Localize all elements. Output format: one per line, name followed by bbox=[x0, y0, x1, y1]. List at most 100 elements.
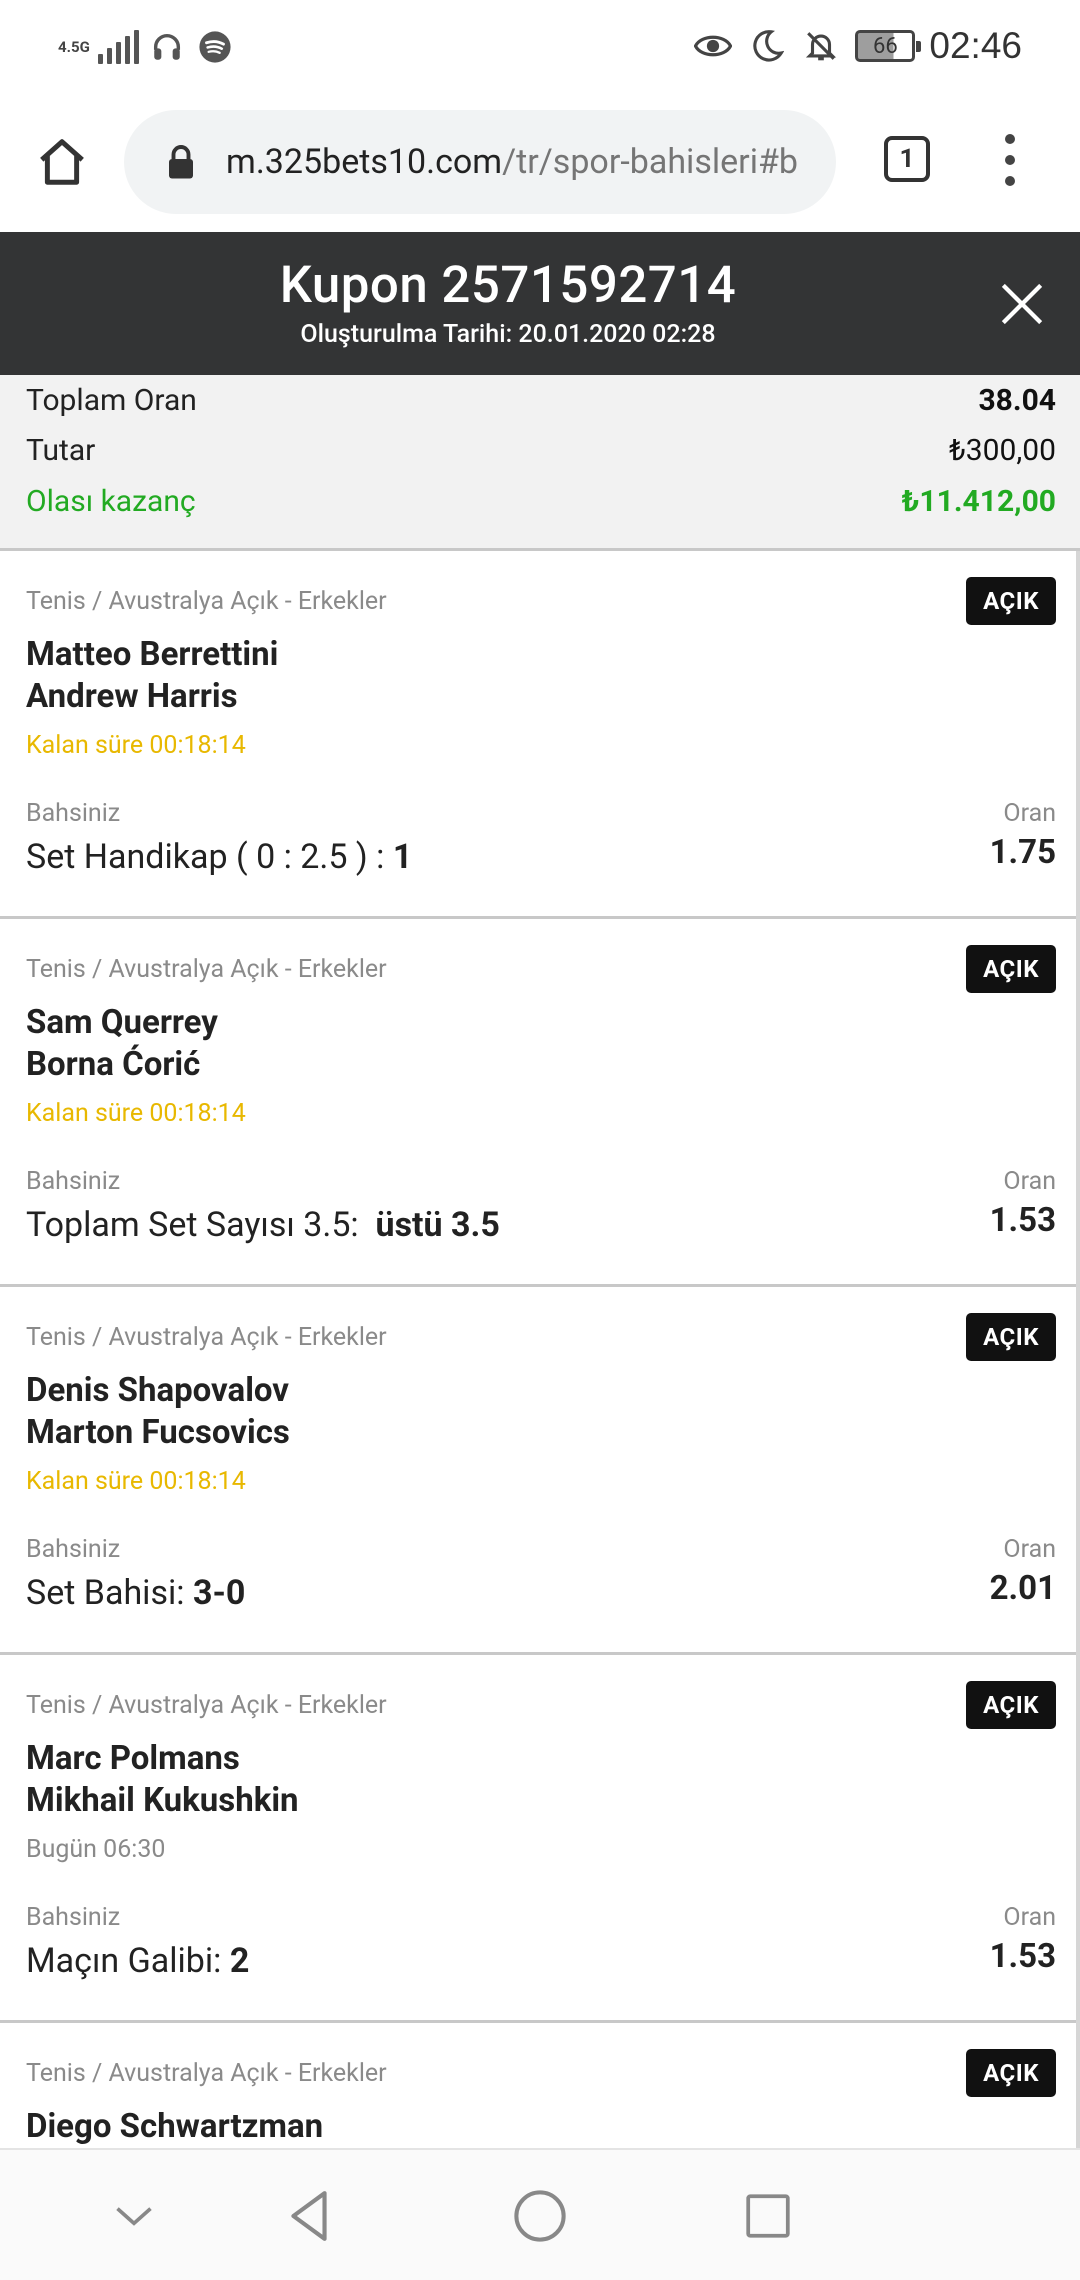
bet-pick-selection: 3-0 bbox=[192, 1573, 246, 1613]
total-odds-label: Toplam Oran bbox=[26, 382, 197, 418]
overflow-menu-button[interactable] bbox=[990, 128, 1030, 192]
recents-square-icon bbox=[746, 2194, 790, 2238]
team-away: Borna Ćorić bbox=[26, 1045, 201, 1084]
spotify-icon bbox=[195, 27, 235, 67]
headphones-icon bbox=[147, 27, 187, 67]
home-button[interactable] bbox=[30, 130, 94, 194]
status-badge: AÇIK bbox=[966, 1313, 1056, 1361]
odds-label: Oran bbox=[1003, 799, 1056, 828]
team-home: Marc Polmans bbox=[26, 1739, 240, 1778]
bet-odds: 1.75 bbox=[989, 833, 1056, 872]
amount-value: ₺300,00 bbox=[949, 432, 1056, 468]
status-left: 4.5G bbox=[58, 22, 235, 72]
bet-pick: Set Handikap ( 0 : 2.5 ) : 1 bbox=[26, 837, 412, 877]
status-bar: 4.5G 66 02:46 bbox=[0, 0, 1080, 92]
home-nav-button[interactable] bbox=[510, 2186, 570, 2246]
bet-category: Tenis / Avustralya Açık - Erkekler bbox=[26, 2059, 387, 2088]
odds-label: Oran bbox=[1003, 1903, 1056, 1932]
chevron-down-icon bbox=[116, 2207, 152, 2226]
menu-dot bbox=[1005, 155, 1015, 165]
team-home: Sam Querrey bbox=[26, 1003, 218, 1042]
possible-win-label: Olası kazanç bbox=[26, 483, 196, 519]
menu-dot bbox=[1005, 134, 1015, 144]
close-icon bbox=[1001, 283, 1043, 325]
bet-pick-selection: 2 bbox=[229, 1941, 250, 1981]
battery-icon: 66 bbox=[855, 30, 922, 62]
tab-count: 1 bbox=[899, 144, 915, 174]
menu-dot bbox=[1005, 176, 1015, 186]
bet-remaining-time: Kalan süre 00:18:14 bbox=[26, 1467, 246, 1496]
bet-item: Tenis / Avustralya Açık - Erkekler AÇIK … bbox=[0, 919, 1080, 1287]
bet-pick-text: Set Handikap ( 0 : 2.5 ) : bbox=[26, 837, 393, 877]
bet-category: Tenis / Avustralya Açık - Erkekler bbox=[26, 955, 387, 984]
bet-odds: 1.53 bbox=[989, 1937, 1056, 1976]
url-text: m.325bets10.com/tr/spor-bahisleri#b bbox=[226, 142, 798, 182]
status-badge: AÇIK bbox=[966, 577, 1056, 625]
bet-pick: Maçın Galibi: 2 bbox=[26, 1941, 249, 1981]
back-triangle-icon bbox=[291, 2191, 327, 2241]
signal-icon bbox=[97, 30, 139, 64]
bet-odds: 1.53 bbox=[989, 1201, 1056, 1240]
eye-icon bbox=[693, 26, 733, 66]
moon-icon bbox=[747, 26, 787, 66]
bet-pick: Toplam Set Sayısı 3.5: üstü 3.5 bbox=[26, 1205, 500, 1245]
coupon-title: Kupon 2571592714 bbox=[279, 256, 737, 315]
bet-pick-text: Set Bahisi: bbox=[26, 1573, 193, 1613]
amount-row: Tutar ₺300,00 bbox=[26, 425, 1056, 475]
bet-pick-selection: üstü 3.5 bbox=[375, 1205, 500, 1245]
bet-start-time: Bugün 06:30 bbox=[26, 1835, 166, 1864]
odds-label: Oran bbox=[1003, 1535, 1056, 1564]
lock-icon bbox=[169, 145, 193, 179]
bet-category: Tenis / Avustralya Açık - Erkekler bbox=[26, 1691, 387, 1720]
clock: 02:46 bbox=[929, 25, 1022, 66]
bet-item: Tenis / Avustralya Açık - Erkekler AÇIK … bbox=[0, 1655, 1080, 2023]
bet-pick-selection: 1 bbox=[392, 837, 413, 877]
team-away: Andrew Harris bbox=[26, 677, 238, 716]
bet-pick-text: Maçın Galibi: bbox=[26, 1941, 230, 1981]
coupon-header: Kupon 2571592714 Oluşturulma Tarihi: 20.… bbox=[0, 232, 1080, 375]
your-bet-label: Bahsiniz bbox=[26, 1167, 121, 1196]
bet-item: Tenis / Avustralya Açık - Erkekler AÇIK … bbox=[0, 2023, 1080, 2148]
bet-category: Tenis / Avustralya Açık - Erkekler bbox=[26, 1323, 387, 1352]
team-home: Diego Schwartzman bbox=[26, 2107, 324, 2146]
status-badge: AÇIK bbox=[966, 1681, 1056, 1729]
system-navigation-bar bbox=[0, 2148, 1080, 2280]
bet-list: Tenis / Avustralya Açık - Erkekler AÇIK … bbox=[0, 551, 1080, 2148]
bet-odds: 2.01 bbox=[989, 1569, 1056, 1608]
your-bet-label: Bahsiniz bbox=[26, 799, 121, 828]
total-odds-row: Toplam Oran 38.04 bbox=[26, 375, 1056, 425]
address-bar[interactable]: m.325bets10.com/tr/spor-bahisleri#b bbox=[124, 110, 836, 214]
status-badge: AÇIK bbox=[966, 945, 1056, 993]
bet-pick: Set Bahisi: 3-0 bbox=[26, 1573, 245, 1613]
url-host: m.325bets10.com bbox=[226, 142, 503, 182]
team-away: Marton Fucsovics bbox=[26, 1413, 290, 1452]
home-icon bbox=[40, 139, 84, 185]
bet-remaining-time: Kalan süre 00:18:14 bbox=[26, 731, 246, 760]
bet-item: Tenis / Avustralya Açık - Erkekler AÇIK … bbox=[0, 1287, 1080, 1655]
recents-button[interactable] bbox=[738, 2186, 798, 2246]
possible-win-row: Olası kazanç ₺11.412,00 bbox=[26, 476, 1056, 526]
bell-off-icon bbox=[801, 26, 841, 66]
team-away: Mikhail Kukushkin bbox=[26, 1781, 299, 1820]
hide-keyboard-button[interactable] bbox=[104, 2186, 164, 2246]
url-path: /tr/spor-bahisleri#b bbox=[502, 142, 798, 182]
bet-item: Tenis / Avustralya Açık - Erkekler AÇIK … bbox=[0, 551, 1080, 919]
browser-toolbar: m.325bets10.com/tr/spor-bahisleri#b 1 bbox=[0, 92, 1080, 232]
tab-switcher-button[interactable]: 1 bbox=[884, 136, 930, 182]
team-home: Denis Shapovalov bbox=[26, 1371, 290, 1410]
status-right: 66 02:46 bbox=[693, 18, 1022, 74]
coupon-summary: Toplam Oran 38.04 Tutar ₺300,00 Olası ka… bbox=[0, 375, 1080, 551]
odds-label: Oran bbox=[1003, 1167, 1056, 1196]
amount-label: Tutar bbox=[26, 432, 96, 468]
status-badge: AÇIK bbox=[966, 2049, 1056, 2097]
bet-remaining-time: Kalan süre 00:18:14 bbox=[26, 1099, 246, 1128]
battery-level: 66 bbox=[873, 33, 898, 59]
bet-pick-text: Toplam Set Sayısı 3.5: bbox=[26, 1205, 376, 1245]
scrollbar[interactable] bbox=[1076, 551, 1080, 2148]
network-type: 4.5G bbox=[58, 37, 90, 56]
network-label: 4.5G bbox=[58, 37, 90, 56]
back-button[interactable] bbox=[280, 2186, 340, 2246]
coupon-created-date: Oluşturulma Tarihi: 20.01.2020 02:28 bbox=[300, 320, 716, 349]
close-button[interactable] bbox=[994, 276, 1050, 332]
home-circle-icon bbox=[514, 2190, 566, 2242]
